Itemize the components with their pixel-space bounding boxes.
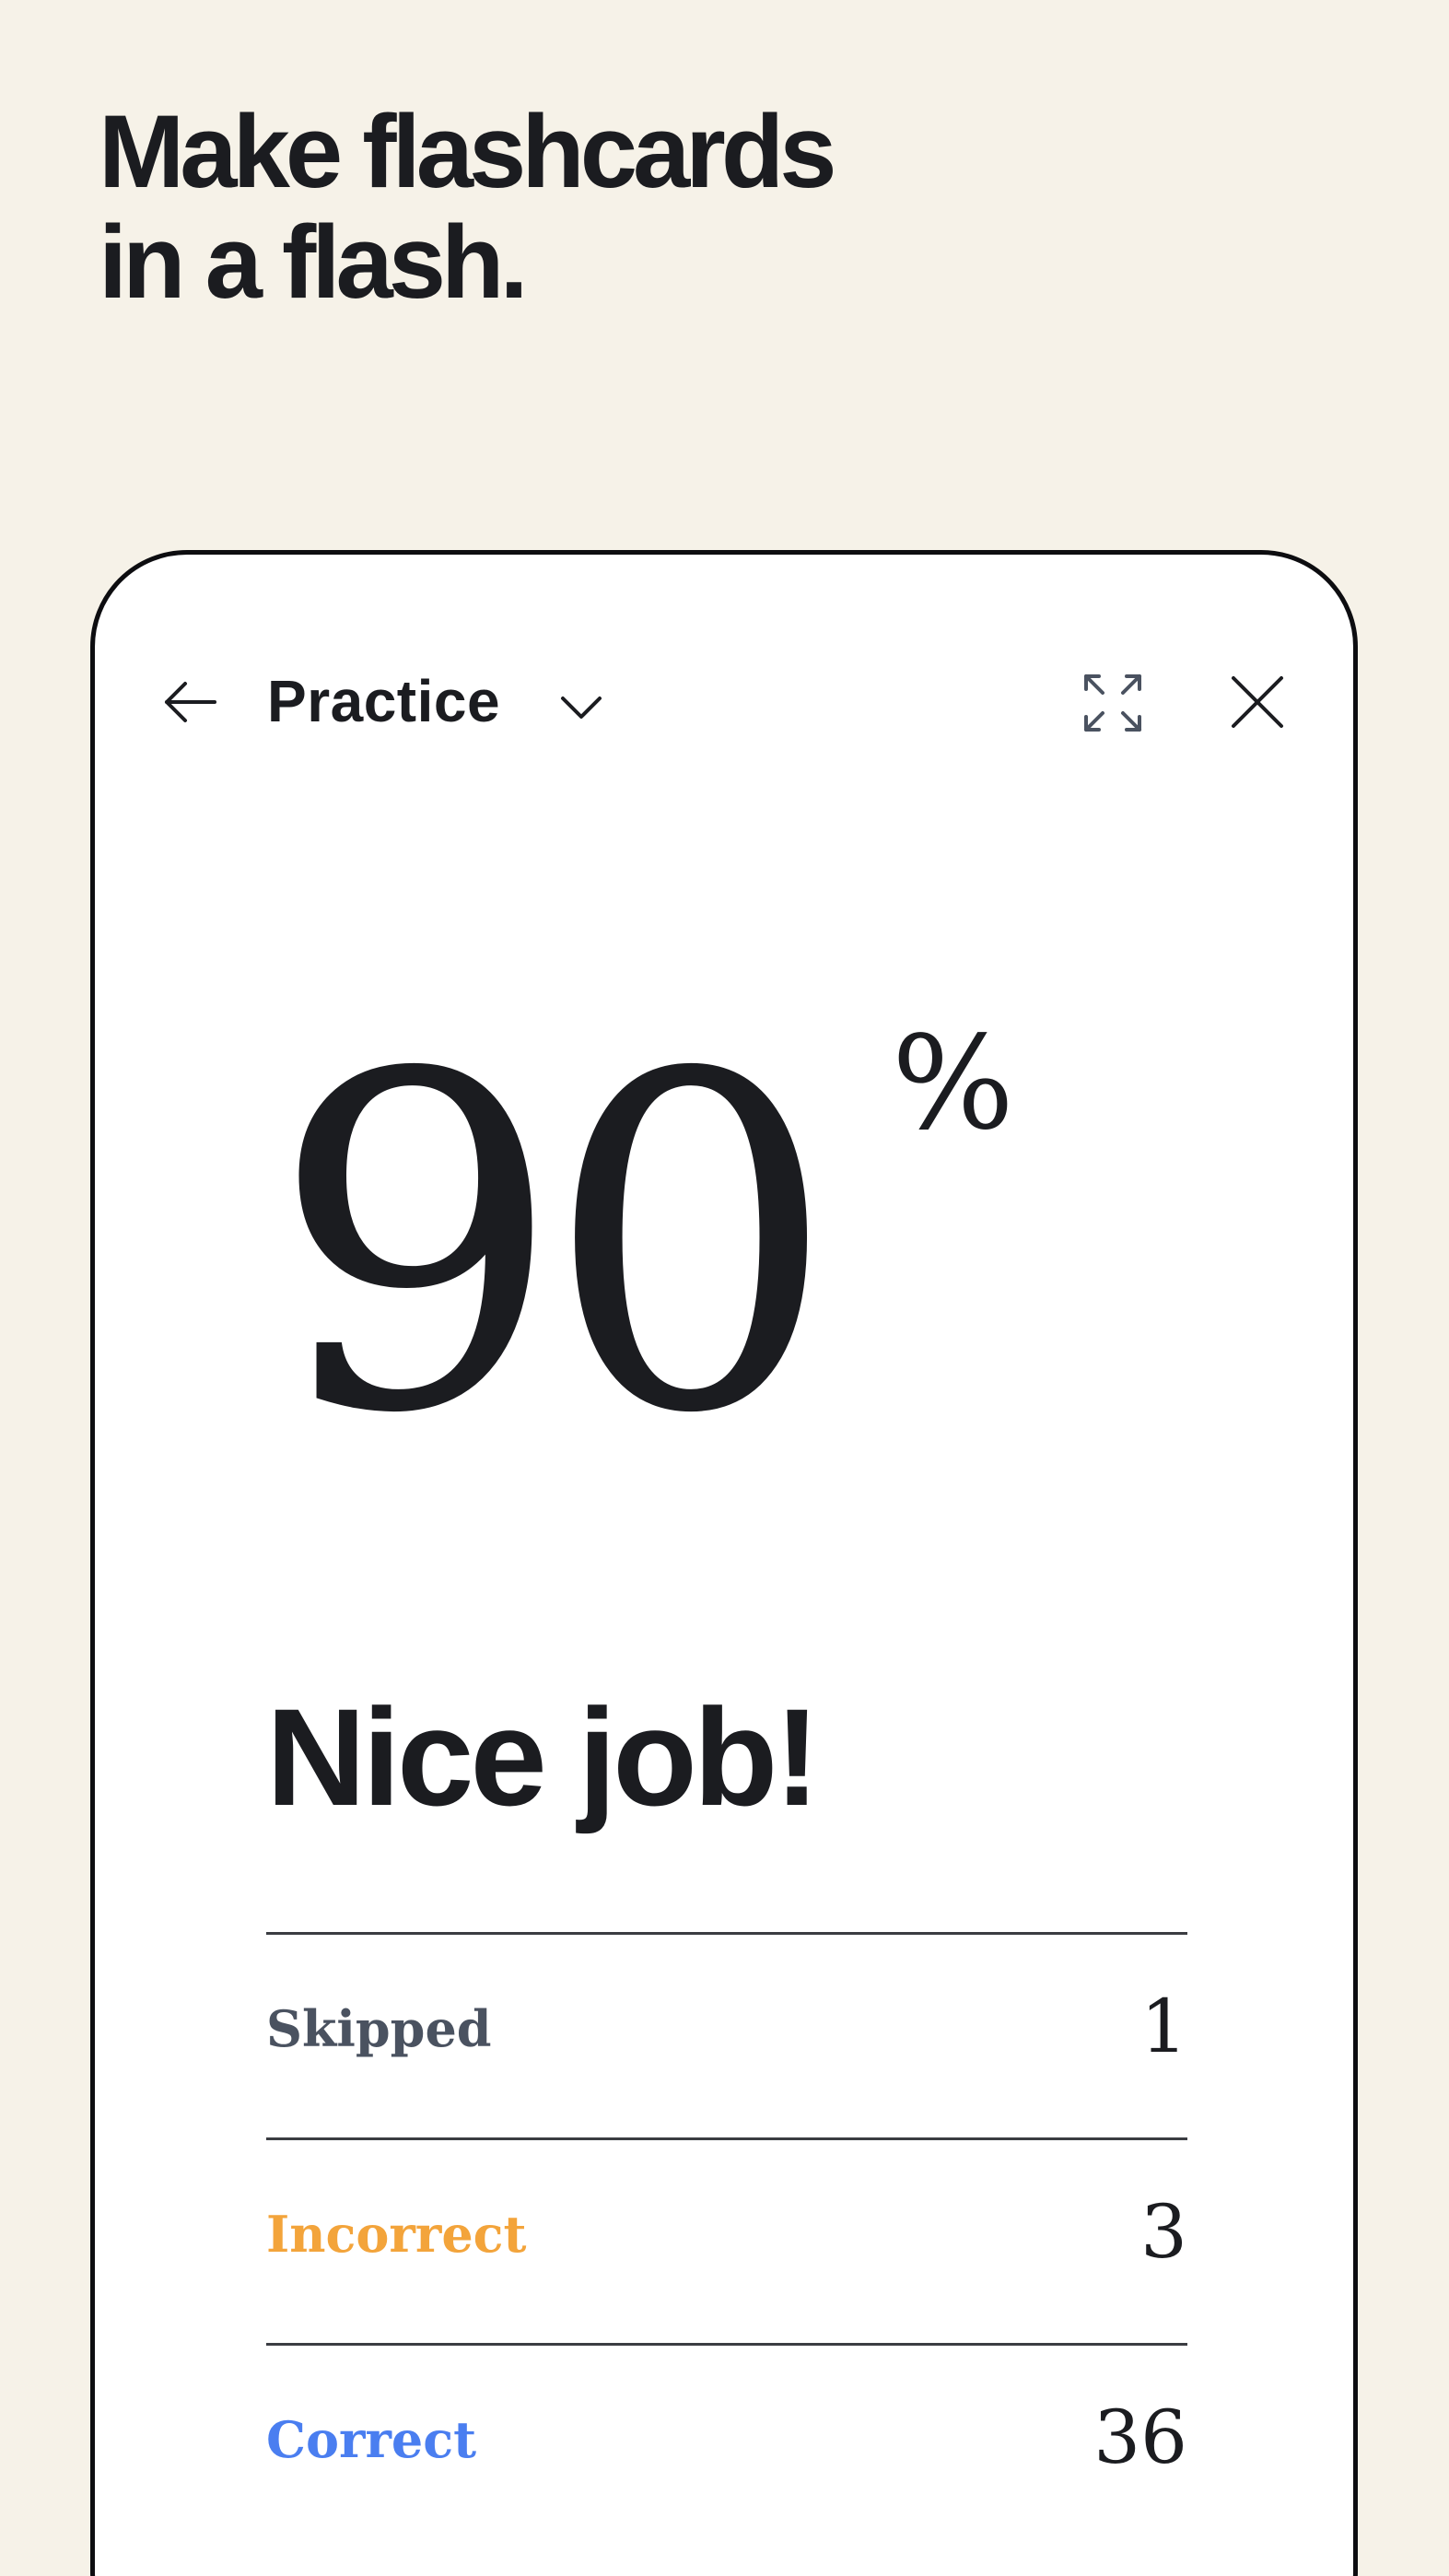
result-message: Nice job! bbox=[266, 1680, 820, 1834]
headline-line-1: Make flashcards bbox=[99, 94, 837, 209]
headline-line-2: in a flash. bbox=[99, 205, 529, 320]
score-unit: % bbox=[892, 1009, 1015, 1159]
stat-row-incorrect: Incorrect 3 bbox=[266, 2137, 1187, 2343]
stat-value-skipped: 1 bbox=[1140, 1984, 1187, 2069]
practice-header: Practice bbox=[95, 555, 1353, 776]
stat-value-incorrect: 3 bbox=[1140, 2189, 1187, 2275]
page-title[interactable]: Practice bbox=[267, 666, 500, 736]
stat-row-correct: Correct 36 bbox=[266, 2343, 1187, 2548]
stat-label-skipped: Skipped bbox=[266, 1999, 492, 2058]
score-value: 90 bbox=[270, 978, 837, 1514]
close-icon[interactable] bbox=[1228, 673, 1287, 732]
stat-label-incorrect: Incorrect bbox=[266, 2205, 527, 2264]
stat-label-correct: Correct bbox=[266, 2410, 477, 2469]
marketing-headline: Make flashcards in a flash. bbox=[99, 94, 837, 320]
arrow-left-icon[interactable] bbox=[161, 673, 220, 732]
stats-list: Skipped 1 Incorrect 3 Correct 36 bbox=[266, 1932, 1187, 2548]
stat-row-skipped: Skipped 1 bbox=[266, 1932, 1187, 2137]
chevron-down-icon[interactable] bbox=[555, 682, 607, 733]
stat-value-correct: 36 bbox=[1093, 2395, 1187, 2480]
phone-frame: Practice 90 % Nice job! Skipped 1 Incorr… bbox=[90, 550, 1358, 2576]
expand-icon[interactable] bbox=[1081, 671, 1145, 735]
